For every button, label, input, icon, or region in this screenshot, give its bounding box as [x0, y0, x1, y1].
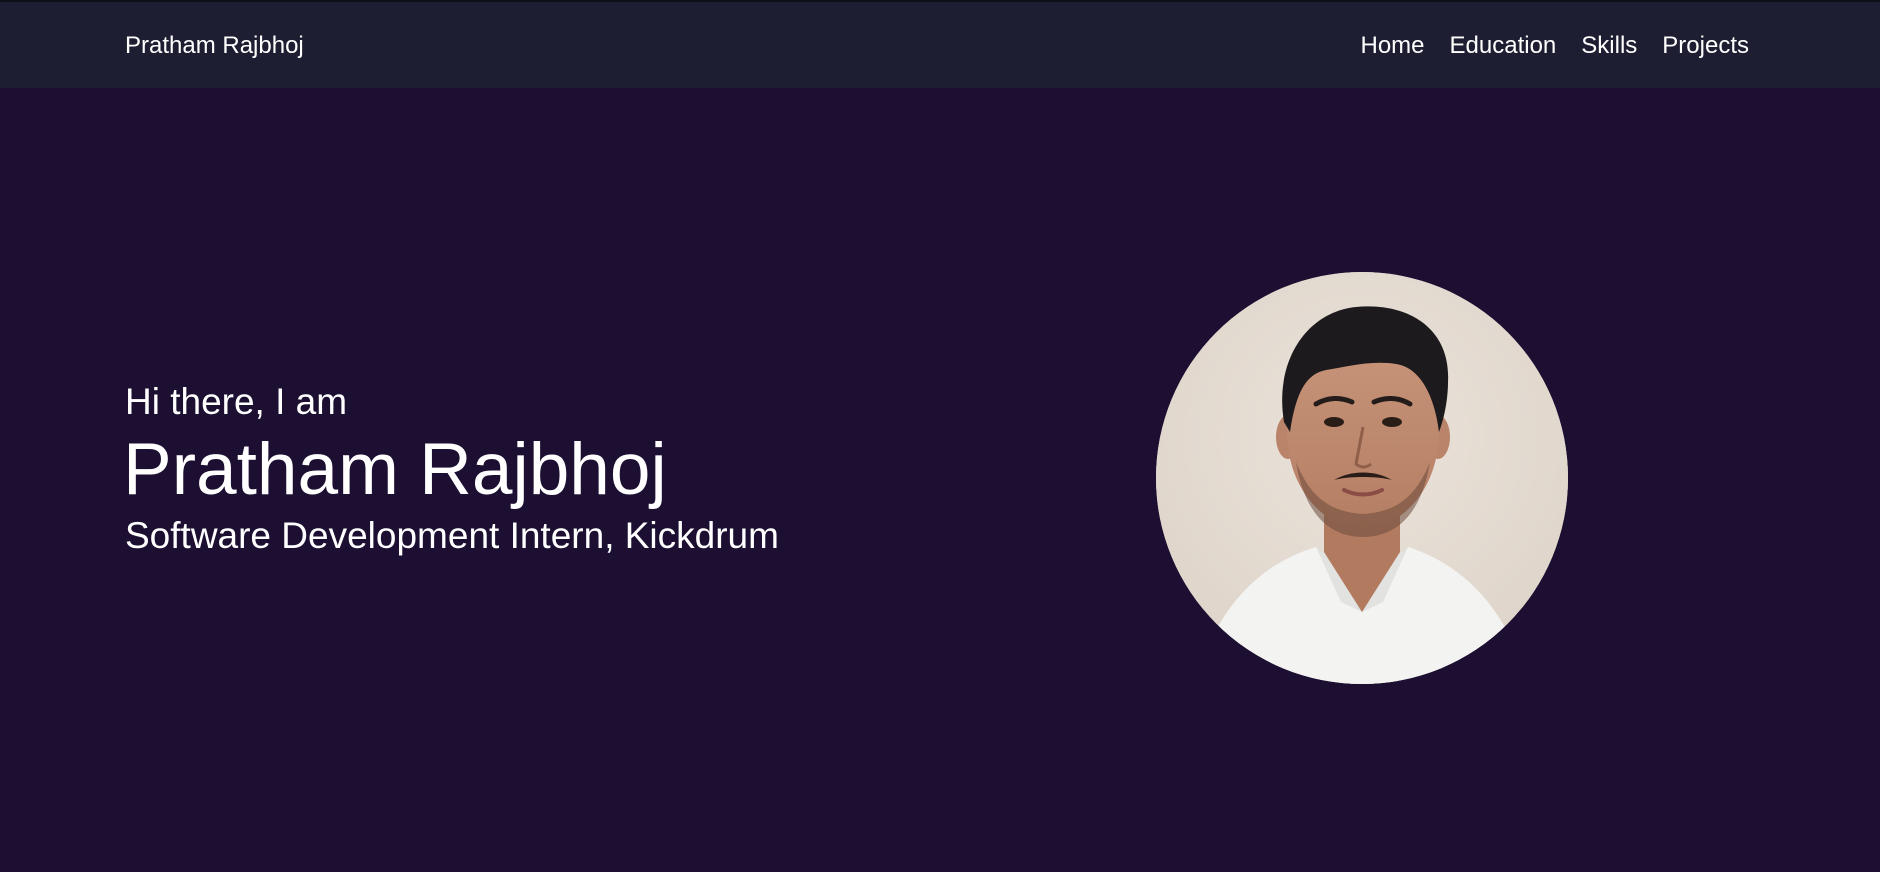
hero-intro: Hi there, I am Pratham Rajbhoj Software … [123, 380, 779, 558]
nav-links: Home Education Skills Projects [1361, 32, 1750, 60]
nav-link-projects[interactable]: Projects [1662, 32, 1749, 60]
navbar: Pratham Rajbhoj Home Education Skills Pr… [0, 0, 1880, 88]
brand-link[interactable]: Pratham Rajbhoj [125, 32, 304, 60]
hero-name: Pratham Rajbhoj [123, 429, 667, 510]
nav-link-home[interactable]: Home [1361, 32, 1425, 60]
profile-photo [1156, 272, 1568, 684]
profile-photo-icon [1156, 272, 1568, 684]
nav-link-skills[interactable]: Skills [1581, 32, 1637, 60]
nav-link-education[interactable]: Education [1450, 32, 1557, 60]
hero-greeting: Hi there, I am [125, 381, 348, 422]
hero-section: Hi there, I am Pratham Rajbhoj Software … [0, 88, 1880, 872]
hero-role: Software Development Intern, Kickdrum [125, 515, 779, 556]
